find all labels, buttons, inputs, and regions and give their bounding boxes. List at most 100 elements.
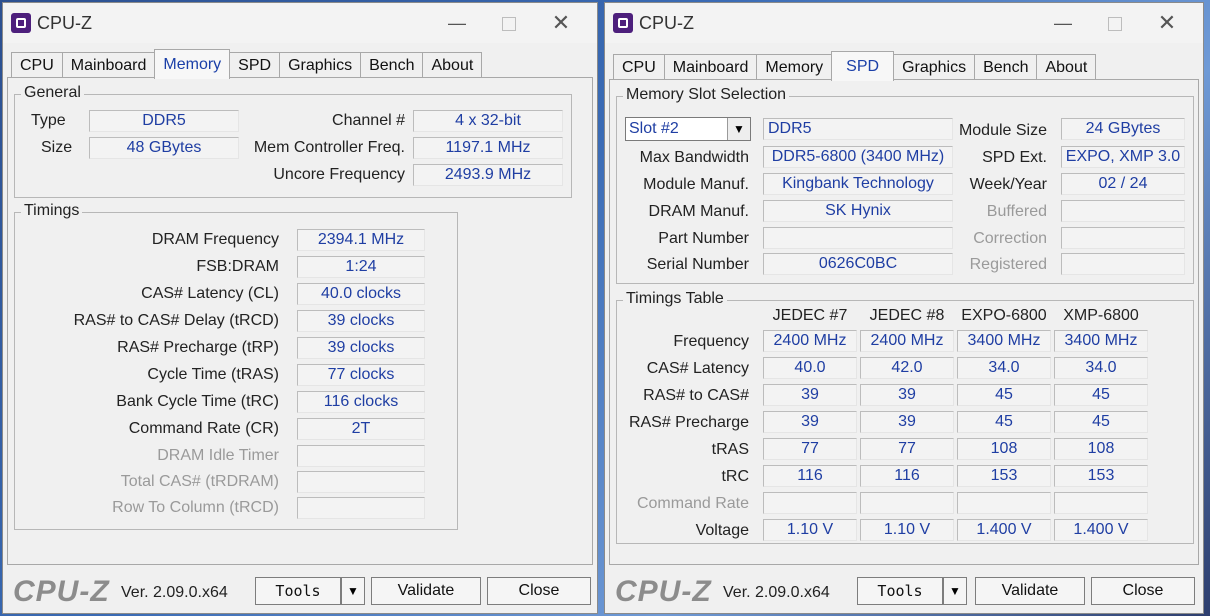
tab-mainboard[interactable]: Mainboard [663,54,758,80]
row-label-trc: tRC [721,468,749,485]
memory-panel: General Type DDR5 Size 48 GBytes Channel… [7,77,593,565]
tab-about[interactable]: About [1036,54,1097,80]
table-cell: 1.400 V [957,519,1051,541]
tab-bench[interactable]: Bench [974,54,1038,80]
table-cell: 1.10 V [860,519,954,541]
cpuz-window-memory: CPU-Z — ✕ CPU Mainboard Memory SPD Graph… [2,2,598,614]
tab-about[interactable]: About [422,52,483,78]
bank-cycle-time-label: Bank Cycle Time (tRC) [116,393,279,410]
minimize-icon[interactable]: — [437,9,477,37]
tools-dropdown-icon[interactable]: ▼ [943,577,967,605]
row-label-command-rate: Command Rate [636,495,749,512]
module-size-label: Module Size [958,122,1047,139]
row-to-column-label: Row To Column (tRCD) [112,499,279,516]
ras-precharge-label: RAS# Precharge (tRP) [117,339,279,356]
tab-graphics[interactable]: Graphics [893,54,976,80]
table-cell: 45 [957,384,1051,406]
tab-memory[interactable]: Memory [756,54,833,80]
cpuz-app-icon [613,13,633,33]
close-icon[interactable]: ✕ [1147,9,1187,37]
validate-button[interactable]: Validate [975,577,1085,605]
table-cell: 42.0 [860,357,954,379]
table-cell [763,492,857,514]
tab-memory[interactable]: Memory [154,49,231,79]
close-button[interactable]: Close [487,577,591,605]
general-group-label: General [21,84,84,102]
table-cell: 116 [763,465,857,487]
table-cell: 39 [763,384,857,406]
total-cas-label: Total CAS# (tRDRAM) [120,473,279,490]
table-cell: 45 [1054,384,1148,406]
table-cell: 3400 MHz [1054,330,1148,352]
row-label-tras: tRAS [711,441,749,458]
module-manuf-field: Kingbank Technology [763,173,953,195]
table-cell: 153 [1054,465,1148,487]
table-cell: 39 [860,384,954,406]
part-number-label: Part Number [658,230,749,247]
tab-bench[interactable]: Bench [360,52,424,78]
maximize-icon[interactable] [489,9,529,37]
command-rate-field: 2T [297,418,425,440]
title-bar[interactable]: CPU-Z — ✕ [3,3,597,43]
table-cell: 34.0 [1054,357,1148,379]
table-cell: 116 [860,465,954,487]
table-cell: 77 [860,438,954,460]
minimize-icon[interactable]: — [1043,9,1083,37]
table-cell: 45 [957,411,1051,433]
tab-bar: CPU Mainboard Memory SPD Graphics Bench … [613,51,1097,81]
timings-group-label: Timings [21,202,83,220]
tab-cpu[interactable]: CPU [11,52,63,78]
col-header-jedec7: JEDEC #7 [772,307,848,324]
ras-to-cas-field: 39 clocks [297,310,425,332]
row-to-column-field [297,497,425,519]
spd-panel: Memory Slot Selection Slot #2 ▼ DDR5 Mod… [609,79,1199,565]
close-button[interactable]: Close [1091,577,1195,605]
table-cell: 153 [957,465,1051,487]
validate-button[interactable]: Validate [371,577,481,605]
close-icon[interactable]: ✕ [541,9,581,37]
chevron-down-icon[interactable]: ▼ [727,118,750,140]
command-rate-label: Command Rate (CR) [128,420,279,437]
total-cas-field [297,471,425,493]
row-label-voltage: Voltage [695,522,749,539]
tab-spd[interactable]: SPD [229,52,281,78]
tab-spd[interactable]: SPD [831,51,895,81]
tab-graphics[interactable]: Graphics [279,52,362,78]
table-cell: 45 [1054,411,1148,433]
table-cell: 39 [860,411,954,433]
week-year-label: Week/Year [969,176,1047,193]
maximize-icon[interactable] [1095,9,1135,37]
slot-select-value: Slot #2 [629,120,679,137]
title-bar[interactable]: CPU-Z — ✕ [605,3,1203,43]
mem-controller-freq-field: 1197.1 MHz [413,137,563,159]
table-cell: 39 [763,411,857,433]
buffered-field [1061,200,1185,222]
tab-mainboard[interactable]: Mainboard [61,52,156,78]
table-cell: 2400 MHz [860,330,954,352]
serial-number-label: Serial Number [646,256,749,273]
table-cell: 3400 MHz [957,330,1051,352]
dram-idle-timer-label: DRAM Idle Timer [157,447,279,464]
tools-button[interactable]: Tools [857,577,943,605]
fsb-dram-field: 1:24 [297,256,425,278]
channel-label: Channel # [332,112,405,129]
cpuz-app-icon [11,13,31,33]
col-header-expo: EXPO-6800 [961,307,1047,324]
spd-ext-label: SPD Ext. [982,149,1047,166]
row-label-cas-latency: CAS# Latency [646,360,749,377]
table-cell: 40.0 [763,357,857,379]
table-cell: 108 [957,438,1051,460]
ras-precharge-field: 39 clocks [297,337,425,359]
tools-button[interactable]: Tools [255,577,341,605]
table-cell: 108 [1054,438,1148,460]
version-text: Ver. 2.09.0.x64 [121,584,228,601]
tools-dropdown-icon[interactable]: ▼ [341,577,365,605]
tab-cpu[interactable]: CPU [613,54,665,80]
registered-label: Registered [969,256,1047,273]
memory-slot-selection-group: Memory Slot Selection Slot #2 ▼ DDR5 Mod… [616,86,1194,284]
dram-manuf-label: DRAM Manuf. [648,203,749,220]
slot-select[interactable]: Slot #2 ▼ [625,117,751,141]
col-header-xmp: XMP-6800 [1063,307,1139,324]
footer-bar: CPU-Z Ver. 2.09.0.x64 Tools ▼ Validate C… [605,567,1203,613]
buffered-label: Buffered [986,203,1047,220]
